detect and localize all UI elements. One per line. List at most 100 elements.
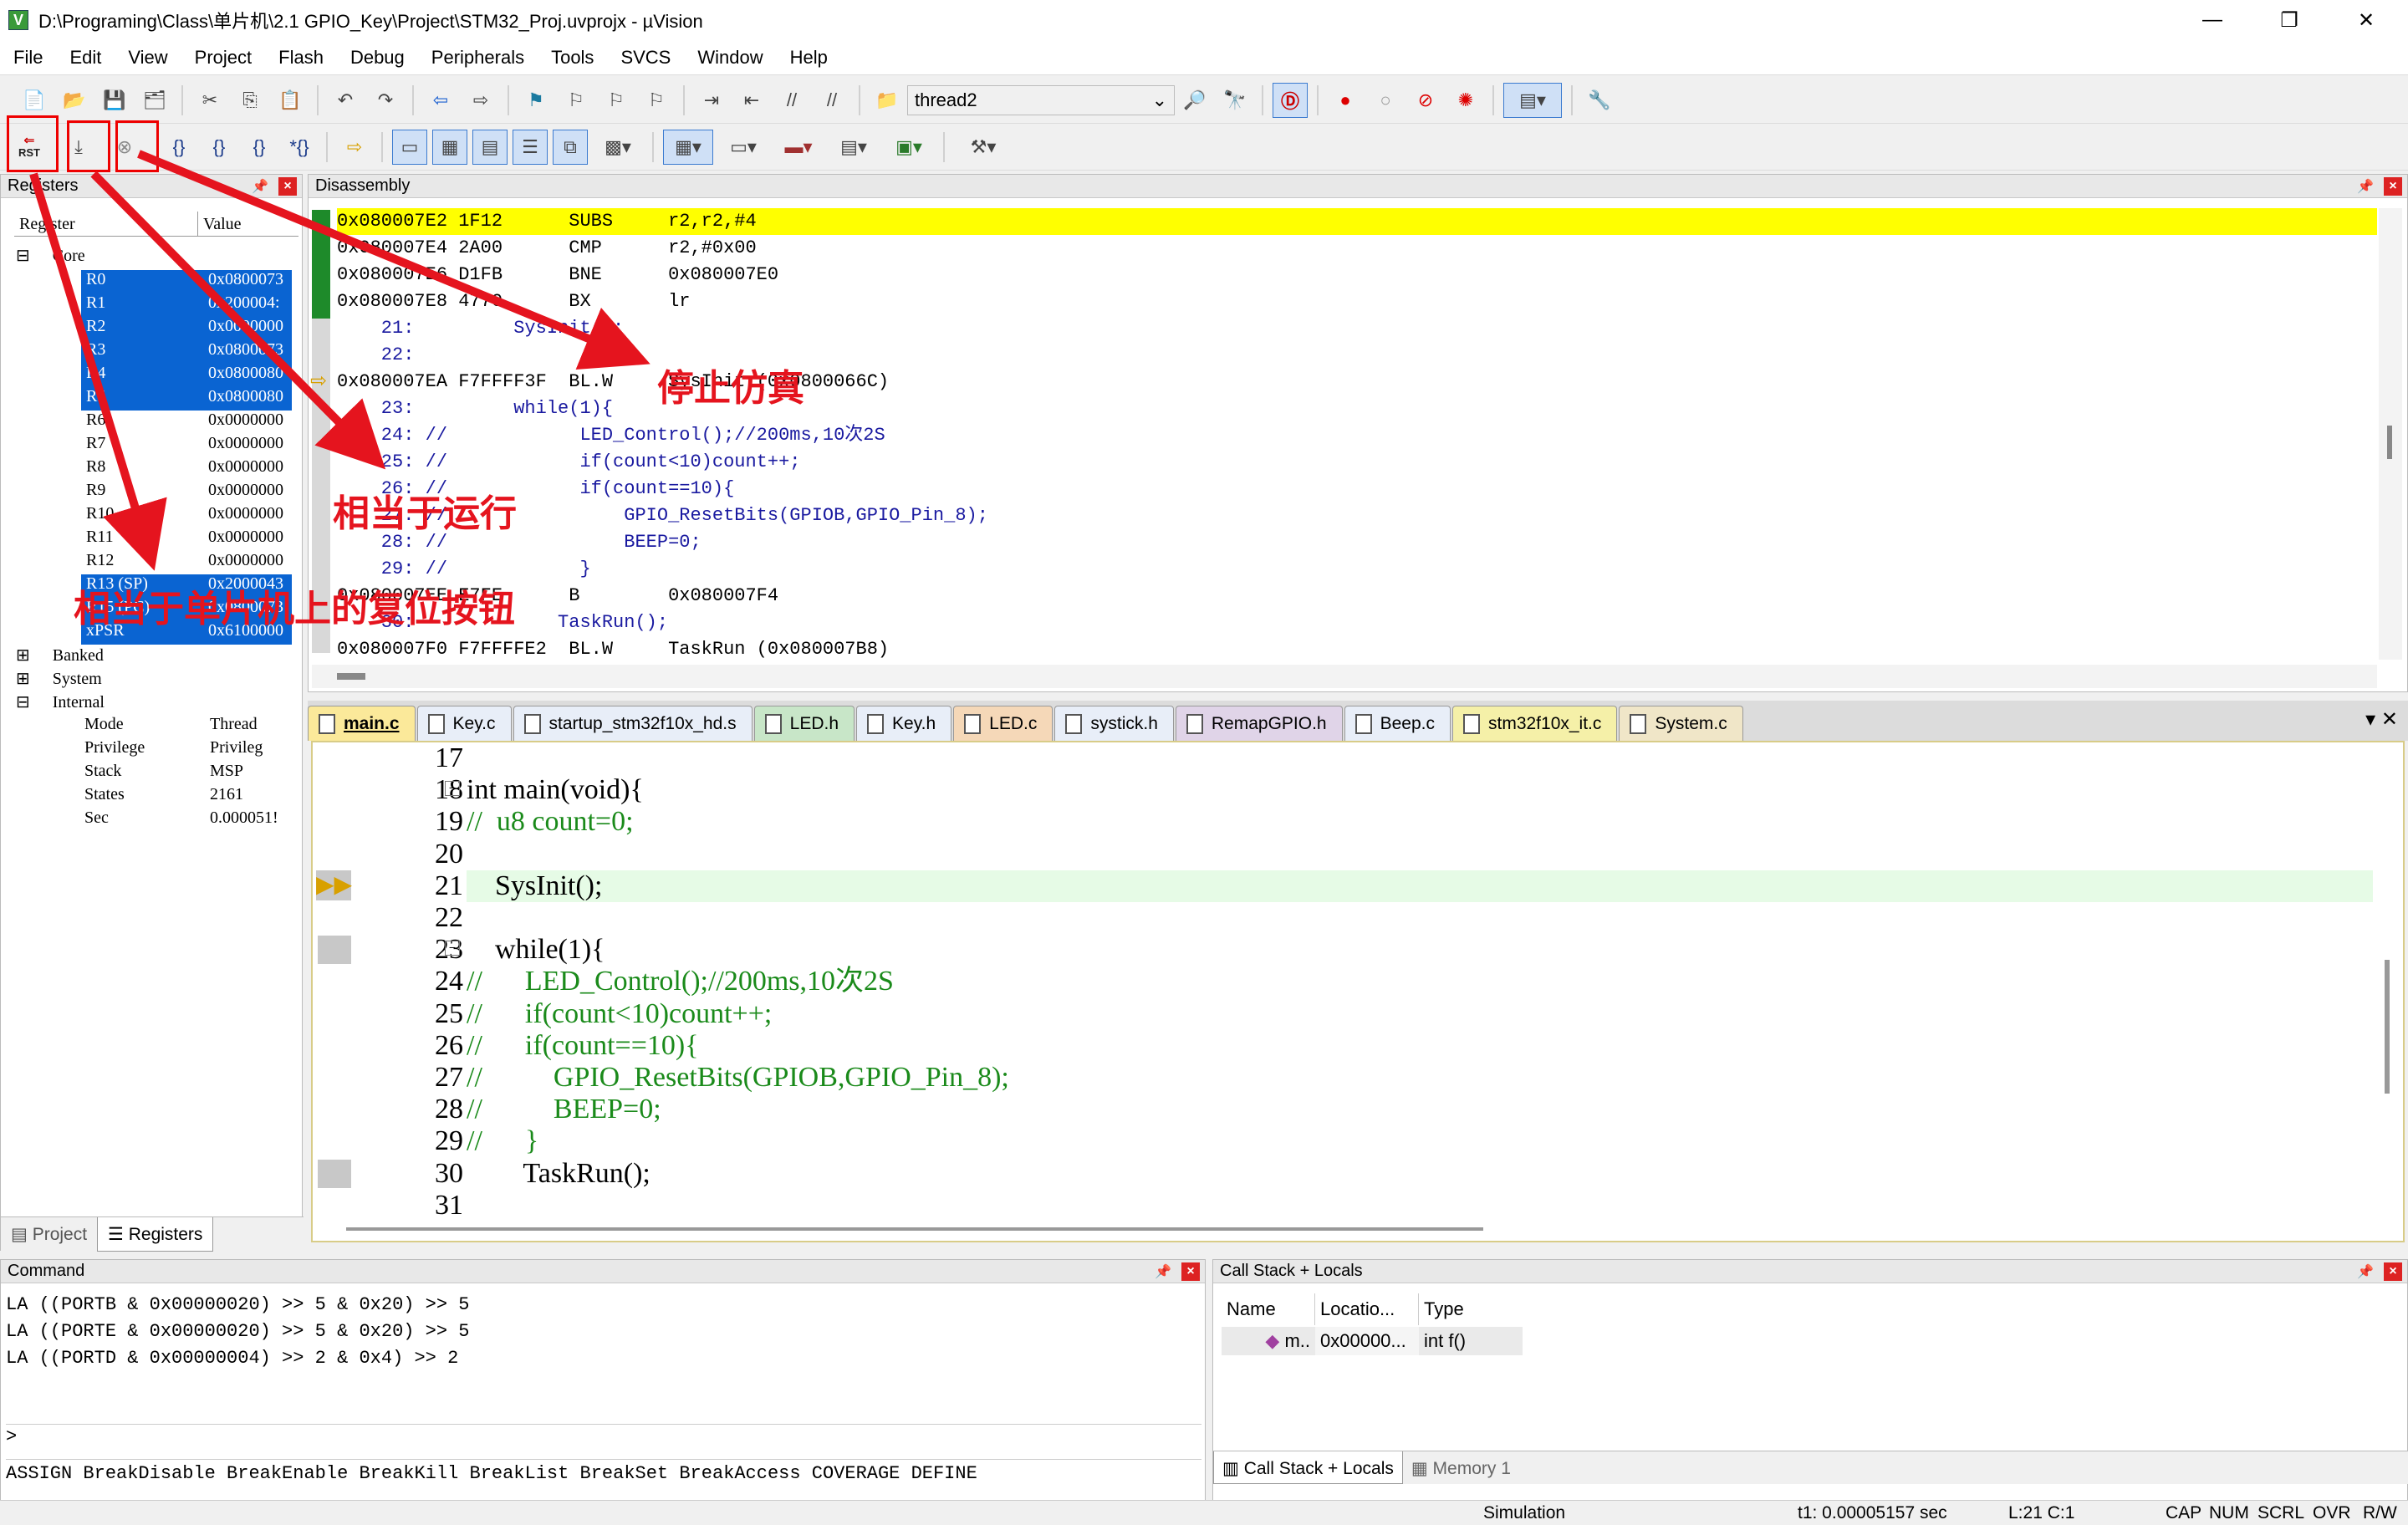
disassembly-window-icon[interactable]: ▦ [432,129,467,165]
target-combo[interactable]: thread2 ⌄ [907,84,1175,115]
register-group-internal[interactable]: ⊟ Internal [16,691,105,715]
code-line[interactable]: // BEEP=0; [467,1094,2373,1125]
step-out-icon[interactable]: {} [242,130,277,165]
find-in-files-icon[interactable]: 📁 [870,83,905,118]
register-row[interactable]: R7 0x0000000 [81,434,292,457]
maximize-button[interactable]: ❐ [2251,0,2328,40]
internal-row[interactable]: Stack MSP [84,762,243,785]
menu-item-file[interactable]: File [0,47,56,69]
internal-row[interactable]: Mode Thread [84,715,258,738]
save-all-icon[interactable]: 🗂 [137,83,172,118]
disassembly-line[interactable]: 25: // if(count<10)count++; [337,449,2377,476]
trace-window-icon[interactable]: ▤▾ [829,130,879,165]
watch-windows-icon[interactable]: ▩▾ [593,130,643,165]
menu-item-help[interactable]: Help [777,47,841,69]
close-icon[interactable]: × [2384,177,2402,196]
disassembly-line[interactable]: 0x080007EA F7FFFF3F BL.W SysInit (0x0800… [337,369,2377,395]
disassembly-line[interactable]: 26: // if(count==10){ [337,476,2377,502]
analysis-window-icon[interactable]: ▬▾ [773,130,824,165]
menu-item-project[interactable]: Project [181,47,265,69]
file-tab[interactable]: LED.h [753,706,855,741]
window-layout-icon[interactable]: ▤▾ [1503,82,1562,118]
navigate-back-icon[interactable]: ⇦ [423,83,458,118]
menu-item-edit[interactable]: Edit [56,47,115,69]
code-line[interactable] [467,839,2373,870]
breakpoint-disable-all-icon[interactable]: ⊘ [1408,83,1443,118]
type-column-header[interactable]: Type [1419,1293,1523,1325]
step-into-icon[interactable]: {} [161,130,196,165]
file-tab[interactable]: LED.c [953,706,1054,741]
register-row[interactable]: R10 0x0000000 [81,504,292,528]
new-file-icon[interactable]: 📄 [17,83,52,118]
file-tab[interactable]: stm32f10x_it.c [1452,706,1618,741]
menu-item-peripherals[interactable]: Peripherals [418,47,538,69]
disassembly-line[interactable]: 0x080007E6 D1FB BNE 0x080007E0 [337,262,2377,288]
disassembly-line[interactable]: 27: // GPIO_ResetBits(GPIOB,GPIO_Pin_8); [337,502,2377,529]
code-line[interactable]: TaskRun(); [467,1158,2373,1190]
register-row[interactable]: R3 0x0800073 [81,340,292,364]
tabs-menu-icon[interactable]: ▾ ✕ [2365,707,2398,732]
register-row[interactable]: R9 0x0000000 [81,481,292,504]
internal-row[interactable]: Privilege Privileg [84,738,263,762]
breakpoint-disable-icon[interactable]: ○ [1368,83,1403,118]
register-column-header[interactable]: Register [14,212,198,236]
code-line[interactable] [467,902,2373,934]
collapse-icon[interactable]: ⊟ [16,693,34,711]
internal-row[interactable]: Sec 0.000051! [84,808,278,832]
call-stack-window-icon[interactable]: ⧉ [553,129,588,165]
cut-icon[interactable]: ✂ [192,83,227,118]
file-tab[interactable]: startup_stm32f10x_hd.s [513,706,752,741]
comment-icon[interactable]: // [774,83,809,118]
disassembly-line[interactable]: 21: SysInit(); [337,315,2377,342]
incremental-find-icon[interactable]: 🔭 [1217,83,1252,118]
code-line[interactable] [467,1190,2373,1222]
open-file-icon[interactable]: 📂 [57,83,92,118]
register-row[interactable]: R1 0x200004: [81,293,292,317]
register-row[interactable]: R6 0x0000000 [81,411,292,434]
register-group-system[interactable]: ⊞ System [16,668,102,691]
serial-window-icon[interactable]: ▭▾ [718,130,768,165]
file-tab[interactable]: systick.h [1054,706,1174,741]
disassembly-line[interactable]: 28: // BEEP=0; [337,529,2377,556]
breakpoint-kill-all-icon[interactable]: ✺ [1448,83,1483,118]
disassembly-line[interactable]: 22: [337,342,2377,369]
register-row[interactable]: R5 0x0800080 [81,387,292,411]
pin-icon[interactable]: 📌 [1155,1263,1171,1280]
name-column-header[interactable]: Name [1222,1293,1315,1325]
bookmark-icon[interactable]: ⚑ [518,83,554,118]
indent-icon[interactable]: ⇥ [694,83,729,118]
code-line[interactable]: // LED_Control();//200ms,10次2S [467,966,2373,997]
tab-project[interactable]: ▤ Project [1,1217,97,1252]
disasm-vscrollbar[interactable] [2379,208,2402,660]
call-stack-row[interactable]: ◆ m.. 0x00000... int f() [1222,1327,1523,1355]
code-line[interactable]: // if(count<10)count++; [467,998,2373,1030]
disassembly-line[interactable]: 0x080007EE E7FE B 0x080007F4 [337,583,2377,609]
file-tab[interactable]: Key.h [856,706,952,741]
bookmark-next-icon[interactable]: ⚐ [599,83,634,118]
core-group[interactable]: ⊟ Core [16,245,85,268]
tab-call-stack[interactable]: ▥ Call Stack + Locals [1213,1451,1403,1484]
system-viewer-icon[interactable]: ▣▾ [884,130,934,165]
command-window-icon[interactable]: ▭ [392,129,427,165]
code-line[interactable]: while(1){ [467,934,2373,966]
breakpoint-insert-icon[interactable]: ● [1328,83,1363,118]
minimize-button[interactable]: — [2174,0,2251,40]
memory-window-icon[interactable]: ▦▾ [663,129,713,165]
close-icon[interactable]: × [2384,1262,2402,1281]
run-to-cursor-icon[interactable]: *{} [282,130,317,165]
register-row[interactable]: R4 0x0800080 [81,364,292,387]
close-button[interactable]: ✕ [2328,0,2405,40]
command-input[interactable]: > [6,1424,1201,1447]
menu-item-debug[interactable]: Debug [337,47,418,69]
bookmark-clear-icon[interactable]: ⚐ [639,83,674,118]
bookmark-prev-icon[interactable]: ⚐ [559,83,594,118]
undo-icon[interactable]: ↶ [328,83,363,118]
disassembly-line[interactable]: 0x080007F0 F7FFFFE2 BL.W TaskRun (0x0800… [337,636,2377,663]
navigate-forward-icon[interactable]: ⇨ [463,83,498,118]
registers-window-icon[interactable]: ☰ [513,129,548,165]
register-row[interactable]: R2 0x0000000 [81,317,292,340]
location-column-header[interactable]: Locatio... [1315,1293,1419,1325]
command-hscrollbar[interactable] [4,1384,1175,1402]
pin-icon[interactable]: 📌 [2357,1263,2374,1280]
code-line[interactable] [467,742,2373,774]
